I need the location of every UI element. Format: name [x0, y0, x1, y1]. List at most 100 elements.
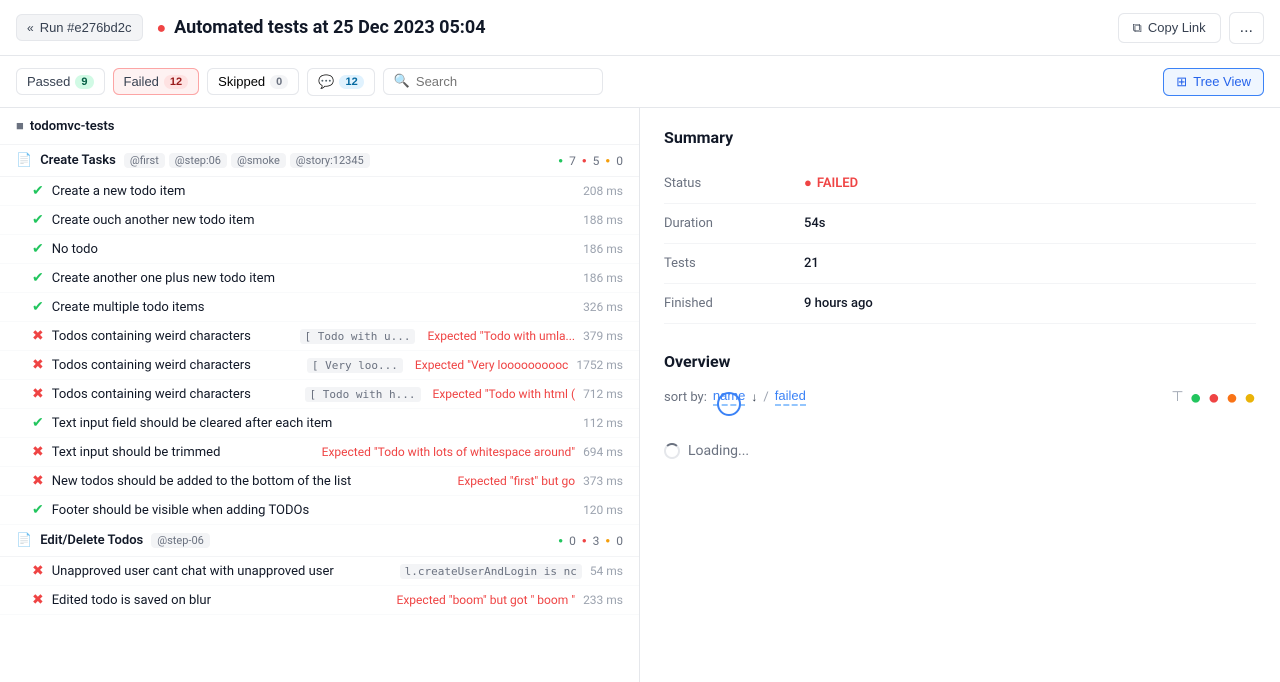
search-icon: 🔍 [394, 74, 410, 89]
test-time: 186 ms [583, 271, 623, 285]
fail-icon: ✖ [32, 563, 44, 579]
error-code: l.createUserAndLogin is nc [400, 564, 582, 579]
sort-name-wrapper: name [713, 388, 746, 406]
header: « Run #e276bd2c ● Automated tests at 25 … [0, 0, 1280, 56]
copy-link-label: Copy Link [1148, 20, 1206, 35]
suite-tags: @step-06 [151, 533, 550, 548]
test-time: 379 ms [583, 329, 623, 343]
copy-link-button[interactable]: ⧉ Copy Link [1118, 13, 1221, 43]
tree-view-button[interactable]: ⊞ Tree View [1163, 68, 1264, 96]
folder-name: todomvc-tests [30, 119, 115, 134]
summary-panel: Summary Status ● FAILED Duration 54s Tes… [640, 108, 1280, 682]
test-row[interactable]: ✖ New todos should be added to the botto… [0, 467, 639, 496]
test-row[interactable]: ✔ Create multiple todo items 326 ms [0, 293, 639, 322]
page-title: ● Automated tests at 25 Dec 2023 05:04 [157, 17, 1118, 38]
summary-status-row: Status ● FAILED [664, 163, 1256, 204]
test-row[interactable]: ✔ Create ouch another new todo item 188 … [0, 206, 639, 235]
suite-header-edit-delete[interactable]: 📄 Edit/Delete Todos @step-06 ●0 ●3 ●0 [0, 525, 639, 557]
comment-icon: 💬 [318, 74, 334, 90]
more-options-button[interactable]: ... [1229, 12, 1264, 44]
red-dot-filter[interactable]: ● [1208, 387, 1220, 407]
sort-by-failed-button[interactable]: failed [775, 388, 806, 406]
summary-heading: Summary [664, 128, 1256, 147]
sort-label: sort by: [664, 390, 707, 405]
status-label: Status [664, 163, 804, 204]
suite-header-create-tasks[interactable]: 📄 Create Tasks @first @step:06 @smoke @s… [0, 145, 639, 177]
test-row[interactable]: ✔ Create a new todo item 208 ms [0, 177, 639, 206]
test-error: Expected "Todo with lots of whitespace a… [322, 445, 575, 459]
test-row[interactable]: ✔ Footer should be visible when adding T… [0, 496, 639, 525]
more-icon: ... [1240, 19, 1253, 36]
test-row[interactable]: ✔ Create another one plus new todo item … [0, 264, 639, 293]
test-error: Expected "Todo with html ( [433, 387, 576, 401]
test-name: Create a new todo item [52, 184, 575, 199]
suite-name: Edit/Delete Todos [40, 533, 143, 548]
toolbar: Passed 9 Failed 12 Skipped 0 💬 12 🔍 ⊞ Tr… [0, 56, 1280, 108]
suite-file-icon: 📄 [16, 153, 32, 168]
test-name: Unapproved user cant chat with unapprove… [52, 564, 392, 579]
sort-by-name-button[interactable]: name [713, 388, 746, 406]
skipped-filter-button[interactable]: Skipped 0 [207, 68, 299, 95]
summary-table: Status ● FAILED Duration 54s Tests 21 Fi… [664, 163, 1256, 324]
search-box[interactable]: 🔍 [383, 68, 603, 95]
test-name: Create another one plus new todo item [52, 271, 575, 286]
skipped-count-badge: 0 [270, 75, 288, 89]
loading-text: Loading... [688, 443, 749, 459]
orange-dot-filter[interactable]: ● [1226, 387, 1238, 407]
pass-count: 0 [569, 534, 576, 548]
comment-filter-button[interactable]: 💬 12 [307, 68, 374, 96]
fail-icon: ✖ [32, 592, 44, 608]
fail-icon: ✖ [32, 444, 44, 460]
pass-dot: ● [558, 536, 563, 545]
skipped-label: Skipped [218, 74, 265, 89]
test-row[interactable]: ✖ Todos containing weird characters [ To… [0, 322, 639, 351]
failed-status-icon: ● [157, 18, 167, 38]
yellow-dot-filter[interactable]: ● [1244, 387, 1256, 407]
main-layout: ■ todomvc-tests 📄 Create Tasks @first @s… [0, 108, 1280, 682]
test-time: 54 ms [590, 564, 623, 578]
passed-filter-button[interactable]: Passed 9 [16, 68, 105, 95]
fail-dot: ● [582, 536, 587, 545]
back-label: Run #e276bd2c [40, 20, 132, 35]
test-row[interactable]: ✔ Text input field should be cleared aft… [0, 409, 639, 438]
back-button[interactable]: « Run #e276bd2c [16, 14, 143, 41]
filter-dots: ⊤ ● ● ● ● [1171, 387, 1256, 407]
test-row[interactable]: ✖ Todos containing weird characters [ Ve… [0, 351, 639, 380]
status-value: FAILED [817, 176, 858, 191]
test-name: Edited todo is saved on blur [52, 593, 385, 608]
link-icon: ⧉ [1133, 20, 1142, 36]
chevron-left-icon: « [27, 21, 34, 35]
green-dot-filter[interactable]: ● [1190, 387, 1202, 407]
test-name: New todos should be added to the bottom … [52, 474, 446, 489]
test-row[interactable]: ✖ Text input should be trimmed Expected … [0, 438, 639, 467]
pass-icon: ✔ [32, 270, 44, 286]
test-row[interactable]: ✔ No todo 186 ms [0, 235, 639, 264]
pass-icon: ✔ [32, 299, 44, 315]
test-row[interactable]: ✖ Unapproved user cant chat with unappro… [0, 557, 639, 586]
test-row[interactable]: ✖ Edited todo is saved on blur Expected … [0, 586, 639, 615]
tag-story: @story:12345 [290, 153, 370, 168]
finished-value: 9 hours ago [804, 284, 1256, 324]
test-time: 373 ms [583, 474, 623, 488]
pass-icon: ✔ [32, 502, 44, 518]
tag-step06: @step:06 [169, 153, 227, 168]
failed-filter-button[interactable]: Failed 12 [113, 68, 200, 95]
test-time: 1752 ms [576, 358, 623, 372]
tests-label: Tests [664, 244, 804, 284]
search-input[interactable] [416, 74, 592, 89]
tag-smoke: @smoke [231, 153, 286, 168]
test-name: Todos containing weird characters [52, 387, 297, 402]
filter-icon[interactable]: ⊤ [1171, 389, 1183, 405]
comment-count-badge: 12 [339, 75, 363, 89]
tree-icon: ⊞ [1176, 74, 1187, 90]
test-row[interactable]: ✖ Todos containing weird characters [ To… [0, 380, 639, 409]
failed-count-badge: 12 [164, 75, 188, 89]
test-name: Text input field should be cleared after… [52, 416, 575, 431]
test-time: 326 ms [583, 300, 623, 314]
tree-view-label: Tree View [1193, 74, 1251, 89]
header-actions: ⧉ Copy Link ... [1118, 12, 1264, 44]
error-code: [ Very loo... [307, 358, 403, 373]
run-title: Automated tests at 25 Dec 2023 05:04 [174, 17, 485, 38]
suite-counts: ●7 ●5 ●0 [558, 154, 623, 168]
summary-duration-row: Duration 54s [664, 204, 1256, 244]
